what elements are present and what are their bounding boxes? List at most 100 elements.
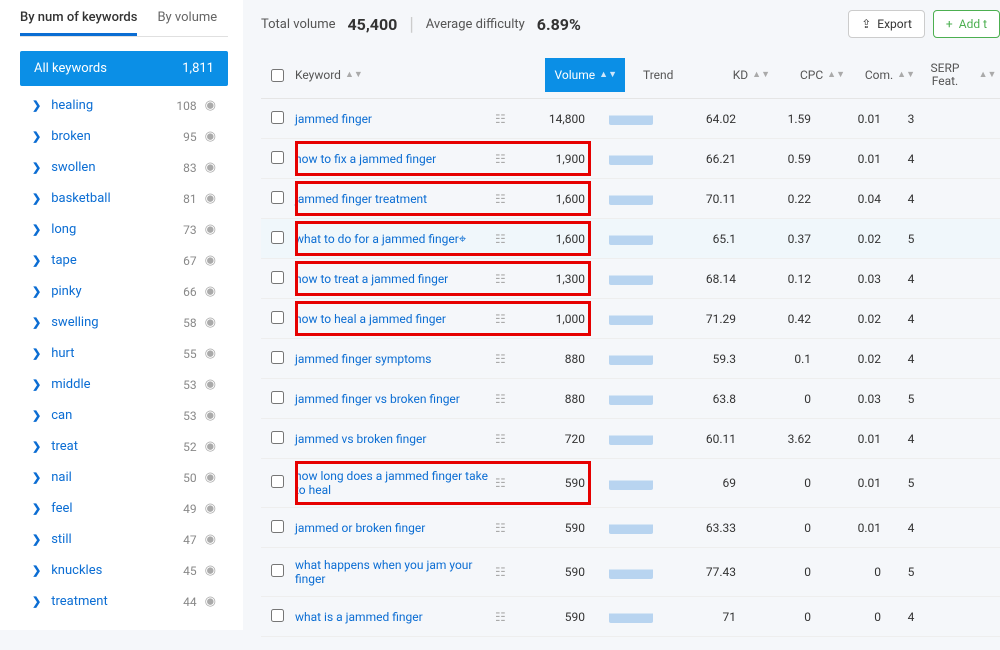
filter-icon[interactable]: ☷ [495,152,515,166]
row-checkbox[interactable] [271,271,284,284]
sidebar-item-count: 53 [183,409,197,423]
sidebar-item-tape[interactable]: ❯tape67◉ [20,245,228,276]
add-button[interactable]: + Add t [933,10,1000,38]
keyword-link[interactable]: how to treat a jammed finger [295,272,495,286]
keyword-link[interactable]: what happens when you jam your finger [295,558,495,586]
kd-value: 77.43 [661,565,736,579]
keyword-link[interactable]: how to heal a jammed finger [295,312,495,326]
filter-icon[interactable]: ☷ [495,610,515,624]
keyword-link[interactable]: jammed finger treatment [295,192,495,206]
sidebar-item-swollen[interactable]: ❯swollen83◉ [20,152,228,183]
sidebar-item-healing[interactable]: ❯healing108◉ [20,90,228,121]
table-row[interactable]: how to treat a jammed finger☷1,30068.140… [261,259,1000,299]
table-row[interactable]: what is a jammed finger☷59071004 [261,597,1000,637]
row-checkbox[interactable] [271,520,284,533]
export-button[interactable]: ⇪ Export [848,10,925,38]
sidebar-item-long[interactable]: ❯long73◉ [20,214,228,245]
sidebar-item-can[interactable]: ❯can53◉ [20,400,228,431]
row-checkbox[interactable] [271,231,284,244]
row-checkbox[interactable] [271,311,284,324]
filter-icon[interactable]: ☷ [495,432,515,446]
kd-value: 70.11 [661,192,736,206]
filter-icon[interactable]: ☷ [495,392,515,406]
table-row[interactable]: jammed or broken finger☷59063.3300.014 [261,508,1000,548]
row-checkbox[interactable] [271,475,284,488]
keyword-link[interactable]: jammed finger [295,112,495,126]
filter-icon[interactable]: ☷ [495,521,515,535]
row-checkbox[interactable] [271,111,284,124]
col-keyword[interactable]: Keyword▲▼ [295,68,545,82]
col-cpc[interactable]: CPC▲▼ [770,68,845,82]
row-checkbox[interactable] [271,609,284,622]
tab-by-volume[interactable]: By volume [157,10,217,36]
col-kd[interactable]: KD▲▼ [695,68,770,82]
eye-icon: ◉ [205,129,216,144]
row-checkbox[interactable] [271,151,284,164]
col-com[interactable]: Com.▲▼ [845,68,915,82]
keyword-link[interactable]: jammed vs broken finger [295,432,495,446]
keyword-link[interactable]: how long does a jammed finger take to he… [295,469,495,497]
chevron-right-icon: ❯ [32,533,41,546]
row-checkbox[interactable] [271,351,284,364]
table-row[interactable]: how to tell if your finger is jammed☷480… [261,637,1000,639]
filter-icon[interactable]: ☷ [495,232,515,246]
keyword-link[interactable]: jammed finger symptoms [295,352,495,366]
col-volume[interactable]: Volume▲▼ [545,58,625,92]
col-serp[interactable]: SERP Feat. [915,62,975,88]
sidebar-item-middle[interactable]: ❯middle53◉ [20,369,228,400]
export-label: Export [877,17,912,31]
sidebar-item-hurt[interactable]: ❯hurt55◉ [20,338,228,369]
sidebar-item-feel[interactable]: ❯feel49◉ [20,493,228,524]
table-row[interactable]: how to fix a jammed finger☷1,90066.210.5… [261,139,1000,179]
row-checkbox[interactable] [271,191,284,204]
filter-icon[interactable]: ☷ [495,312,515,326]
serp-value: 5 [881,565,941,579]
col-trend[interactable]: Trend [625,68,695,82]
sidebar-item-count: 81 [183,192,197,206]
sidebar-item-pinky[interactable]: ❯pinky66◉ [20,276,228,307]
keyword-link[interactable]: jammed or broken finger [295,521,495,535]
row-checkbox[interactable] [271,564,284,577]
trend-cell [591,389,661,408]
sidebar-item-treatment[interactable]: ❯treatment44◉ [20,586,228,617]
table-row[interactable]: jammed finger treatment☷1,60070.110.220.… [261,179,1000,219]
table-row[interactable]: how to heal a jammed finger☷1,00071.290.… [261,299,1000,339]
sidebar-item-label: swelling [51,315,183,330]
col-menu[interactable]: ▲▼ [975,72,1000,78]
sidebar-item-broken[interactable]: ❯broken95◉ [20,121,228,152]
table-row[interactable]: jammed vs broken finger☷72060.113.620.01… [261,419,1000,459]
cpc-value: 0.37 [736,232,811,246]
keyword-link[interactable]: what is a jammed finger [295,610,495,624]
keyword-link[interactable]: jammed finger vs broken finger [295,392,495,406]
sidebar-item-treat[interactable]: ❯treat52◉ [20,431,228,462]
tab-by-num-keywords[interactable]: By num of keywords [20,10,137,36]
table-row[interactable]: jammed finger☷14,80064.021.590.013 [261,99,1000,139]
keyword-link[interactable]: what to do for a jammed finger⌖ [295,232,495,246]
row-checkbox[interactable] [271,431,284,444]
all-keywords-button[interactable]: All keywords 1,811 [20,51,228,86]
sidebar-item-swelling[interactable]: ❯swelling58◉ [20,307,228,338]
select-all-checkbox[interactable] [271,69,284,82]
filter-icon[interactable]: ☷ [495,476,515,490]
table-row[interactable]: jammed finger symptoms☷88059.30.10.024 [261,339,1000,379]
sidebar-item-still[interactable]: ❯still47◉ [20,524,228,555]
filter-icon[interactable]: ☷ [495,112,515,126]
filter-icon[interactable]: ☷ [495,272,515,286]
table-row[interactable]: what happens when you jam your finger☷59… [261,548,1000,597]
eye-icon: ◉ [205,594,216,609]
table-row[interactable]: how long does a jammed finger take to he… [261,459,1000,508]
eye-icon: ◉ [205,191,216,206]
filter-icon[interactable]: ☷ [495,565,515,579]
filter-icon[interactable]: ☷ [495,352,515,366]
table-row[interactable]: jammed finger vs broken finger☷88063.800… [261,379,1000,419]
com-value: 0.01 [811,432,881,446]
filter-icon[interactable]: ☷ [495,192,515,206]
keyword-link[interactable]: how to fix a jammed finger [295,152,495,166]
row-checkbox[interactable] [271,391,284,404]
sidebar-item-basketball[interactable]: ❯basketball81◉ [20,183,228,214]
table-row[interactable]: what to do for a jammed finger⌖☷1,60065.… [261,219,1000,259]
sidebar-item-knuckles[interactable]: ❯knuckles45◉ [20,555,228,586]
serp-value: 4 [881,610,941,624]
sidebar-item-nail[interactable]: ❯nail50◉ [20,462,228,493]
sidebar-item-count: 49 [183,502,197,516]
